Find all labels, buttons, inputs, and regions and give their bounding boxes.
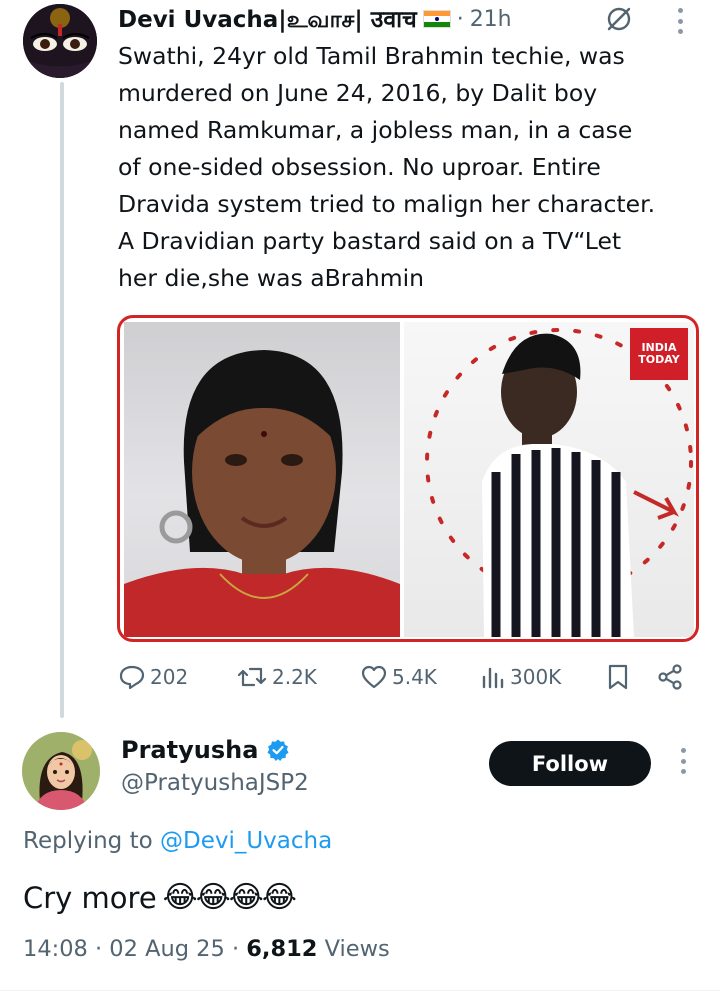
reply-more-options-icon[interactable] — [679, 748, 687, 774]
laughing-emoji-row: 😂 😂 😂 😂 — [162, 880, 297, 915]
like-count: 5.4K — [392, 665, 437, 689]
reply-author-handle[interactable]: @PratyushaJSP2 — [121, 770, 309, 796]
logo-line: TODAY — [638, 353, 680, 366]
tweet-text-line: her die,she was aBrahmin — [118, 264, 425, 292]
reply-count: 202 — [150, 665, 189, 689]
tweet-text-line: Swathi, 24yr old Tamil Brahmin techie, w… — [118, 42, 625, 70]
tweet-header: Devi Uvacha|உவாச| उवाच · 21h — [118, 4, 512, 34]
repost-button[interactable]: 2.2K — [236, 660, 317, 694]
replying-to-link[interactable]: @Devi_Uvacha — [160, 828, 332, 854]
tweet-text-line: named Ramkumar, a jobless man, in a case — [118, 116, 633, 144]
follow-button[interactable]: Follow — [489, 741, 651, 786]
woman-photo — [124, 322, 400, 637]
reply-author-name-row: Pratyusha — [121, 736, 290, 764]
divider — [0, 990, 720, 991]
tweet-time[interactable]: 21h — [470, 7, 512, 32]
laughing-emoji-icon: 😂 — [261, 880, 297, 915]
tweet-text: Swathi, 24yr old Tamil Brahmin techie, w… — [118, 38, 698, 297]
repost-icon — [237, 667, 267, 687]
man-photo: INDIA TODAY — [404, 322, 694, 637]
reply-icon — [119, 665, 145, 690]
bookmark-icon — [608, 664, 628, 690]
laughing-emoji-icon: 😂 — [162, 880, 198, 915]
reply-text-content: Cry more — [23, 880, 157, 915]
thread-connector-line — [60, 82, 64, 718]
author-name[interactable]: Devi Uvacha|உவாச| उवाच — [118, 2, 417, 36]
reply-metadata: 14:08 · 02 Aug 25 · 6,812 Views — [23, 936, 390, 962]
laughing-emoji-icon: 😂 — [228, 880, 264, 915]
like-button[interactable]: 5.4K — [360, 660, 437, 694]
repost-count: 2.2K — [272, 665, 317, 689]
author-avatar[interactable] — [23, 4, 97, 78]
tweet-actions-bar: 202 2.2K 5.4K 300K — [118, 660, 688, 694]
replying-to-line: Replying to @Devi_Uvacha — [23, 828, 332, 854]
bookmark-button[interactable] — [606, 660, 634, 694]
views-button[interactable]: 300K — [480, 660, 561, 694]
views-icon — [482, 667, 504, 689]
share-icon — [658, 664, 682, 690]
tweet-media-image[interactable]: INDIA TODAY — [117, 315, 699, 642]
reply-timestamp[interactable]: 14:08 · 02 Aug 25 · — [23, 936, 239, 962]
like-icon — [361, 665, 387, 689]
replying-prefix: Replying to — [23, 828, 153, 854]
news-channel-logo: INDIA TODAY — [630, 328, 688, 380]
reply-views-label: Views — [324, 936, 390, 962]
tweet-text-line: A Dravidian party bastard said on a TV“L… — [118, 227, 622, 255]
tweet-text-line: Dravida system tried to malign her chara… — [118, 190, 656, 218]
views-count: 300K — [510, 665, 562, 689]
tweet-text-line: of one-sided obsession. No uproar. Entir… — [118, 153, 601, 181]
separator-dot: · — [456, 6, 464, 32]
india-flag-icon — [422, 10, 451, 28]
share-button[interactable] — [656, 660, 688, 694]
reply-text: Cry more 😂 😂 😂 😂 — [23, 880, 297, 915]
grok-icon[interactable] — [606, 6, 632, 32]
laughing-emoji-icon: 😂 — [195, 880, 231, 915]
reply-views-count: 6,812 — [246, 936, 318, 962]
verified-icon — [267, 739, 289, 761]
reply-button[interactable]: 202 — [118, 660, 188, 694]
more-options-icon[interactable] — [676, 8, 684, 34]
reply-author-avatar[interactable] — [22, 732, 100, 810]
reply-author-name[interactable]: Pratyusha — [121, 736, 258, 764]
tweet-text-line: murdered on June 24, 2016, by Dalit boy — [118, 79, 598, 107]
